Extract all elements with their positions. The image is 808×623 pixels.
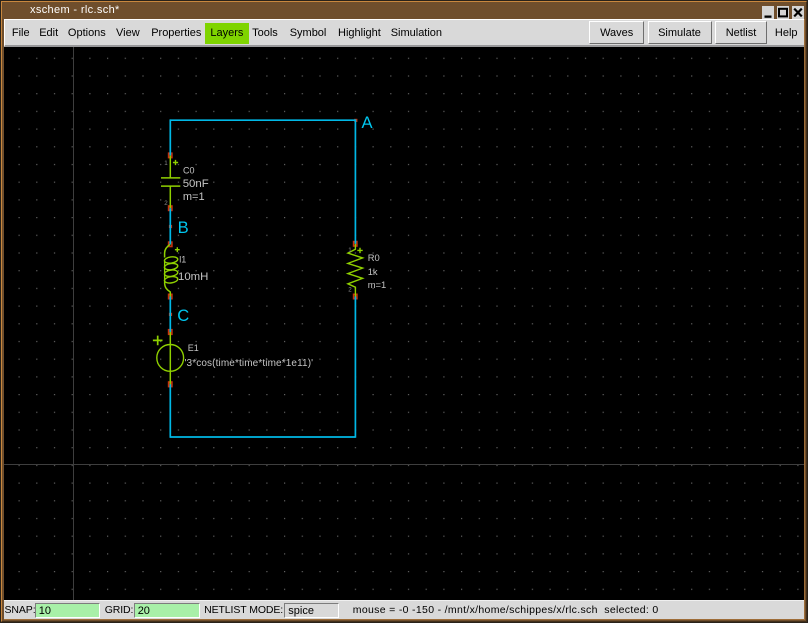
svg-text:1k: 1k xyxy=(368,266,378,277)
svg-text:C: C xyxy=(177,306,189,325)
svg-text:2: 2 xyxy=(348,286,352,293)
svg-text:1: 1 xyxy=(348,247,352,254)
svg-text:R0: R0 xyxy=(368,252,380,263)
svg-text:A: A xyxy=(362,113,374,132)
svg-text:m=1: m=1 xyxy=(368,279,387,290)
svg-text:1: 1 xyxy=(164,160,168,167)
svg-text:2: 2 xyxy=(164,200,168,207)
svg-text:C0: C0 xyxy=(183,165,195,175)
svg-text:m=1: m=1 xyxy=(183,191,205,203)
svg-text:'3*cos(time*time*time*1e11)': '3*cos(time*time*time*1e11)' xyxy=(185,358,314,369)
svg-text:E1: E1 xyxy=(188,343,199,353)
svg-text:l1: l1 xyxy=(179,255,186,265)
svg-text:10mH: 10mH xyxy=(178,271,208,283)
svg-text:50nF: 50nF xyxy=(183,178,209,190)
svg-text:B: B xyxy=(178,218,189,237)
